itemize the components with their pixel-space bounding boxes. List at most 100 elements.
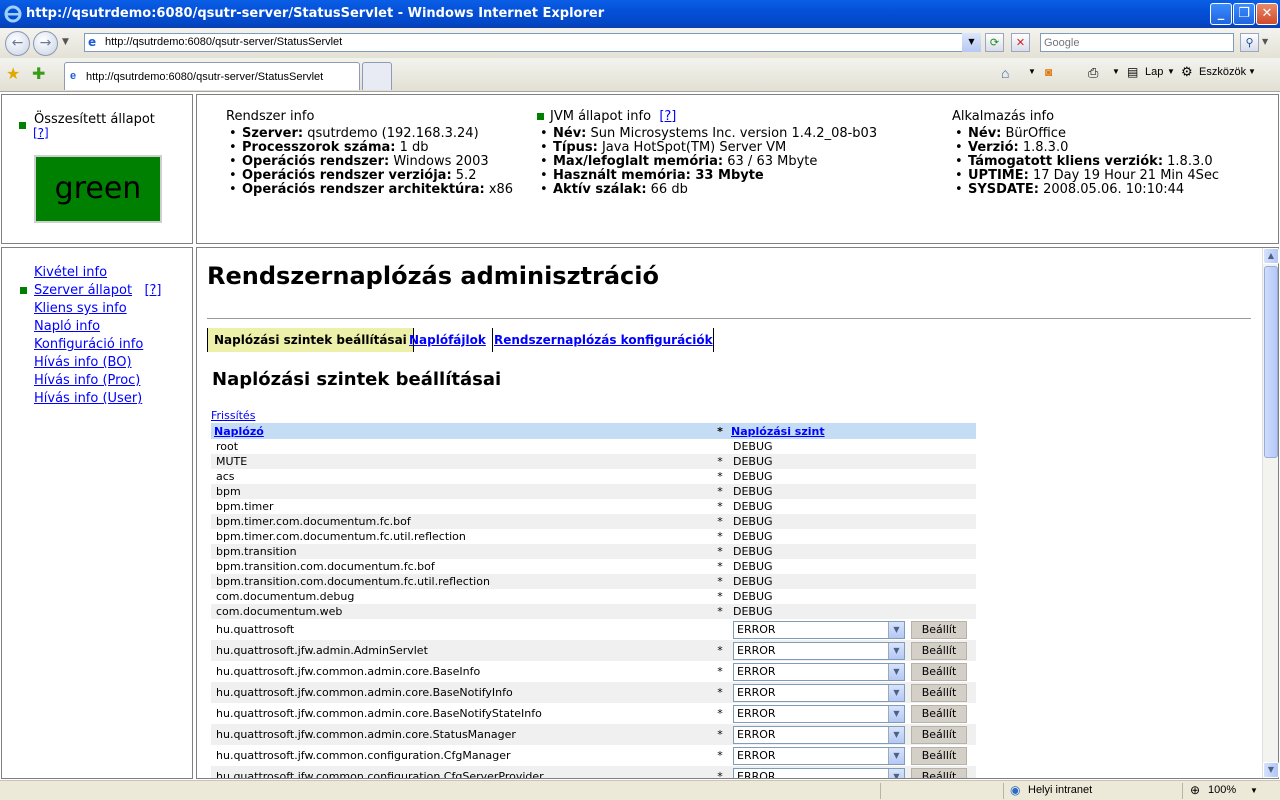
logger-name: root <box>216 440 239 453</box>
log-level-select[interactable]: ERROR ▼ <box>733 767 905 778</box>
log-level-select[interactable]: ERROR ▼ <box>733 683 905 702</box>
set-level-button[interactable]: Beállít <box>911 662 967 681</box>
inherited-marker: * <box>717 560 723 573</box>
inherited-marker: * <box>711 604 729 619</box>
scroll-up-icon[interactable]: ▲ <box>1263 248 1279 264</box>
tab-active[interactable]: e http://qsutrdemo:6080/qsutr-server/Sta… <box>64 62 360 90</box>
set-level-button[interactable]: Beállít <box>911 725 967 744</box>
page-menu[interactable]: Lap <box>1145 66 1163 78</box>
forward-button[interactable]: → <box>33 31 58 56</box>
title-divider <box>207 318 1251 319</box>
set-level-button[interactable]: Beállít <box>911 767 967 778</box>
nav-item-call-info-bo[interactable]: Hívás info (BO) <box>34 354 162 372</box>
back-button[interactable]: ← <box>5 31 30 56</box>
page-menu-dropdown-icon[interactable]: ▼ <box>1167 67 1175 76</box>
scroll-down-icon[interactable]: ▼ <box>1263 762 1279 778</box>
zoom-dropdown-icon[interactable]: ▼ <box>1250 786 1258 795</box>
minimize-button[interactable]: _ <box>1210 3 1232 25</box>
log-level-cell: ERROR ▼ Beállít <box>729 619 976 640</box>
log-level-select[interactable]: ERROR ▼ <box>733 725 905 744</box>
sort-by-level-link[interactable]: Naplózási szint <box>731 425 825 438</box>
dropdown-arrow-icon[interactable]: ▼ <box>888 684 904 701</box>
dropdown-arrow-icon[interactable]: ▼ <box>888 726 904 743</box>
set-level-button[interactable]: Beállít <box>911 620 967 639</box>
history-dropdown-icon[interactable]: ▼ <box>62 37 69 47</box>
refresh-link[interactable]: Frissítés <box>211 409 255 422</box>
dropdown-arrow-icon[interactable]: ▼ <box>888 621 904 638</box>
jvm-info-item: Név: Sun Microsystems Inc. version 1.4.2… <box>540 127 877 142</box>
set-level-button[interactable]: Beállít <box>911 746 967 765</box>
jvm-info: JVM állapot info [?] Név: Sun Microsyste… <box>537 110 877 197</box>
table-row: hu.quattrosoft.jfw.common.admin.core.Bas… <box>211 682 976 703</box>
zoom-level[interactable]: 100% <box>1208 784 1236 796</box>
stop-icon[interactable]: ✕ <box>1011 33 1030 52</box>
favorites-star-icon[interactable]: ★ <box>6 64 20 83</box>
log-level-select[interactable]: ERROR ▼ <box>733 662 905 681</box>
tab-log-levels[interactable]: Naplózási szintek beállításai <box>207 328 414 352</box>
inherited-marker: * <box>711 766 729 778</box>
inherited-marker: * <box>711 640 729 661</box>
server-status-help-link[interactable]: [?] <box>144 283 161 298</box>
logger-name: com.documentum.debug <box>216 590 355 603</box>
scrollbar-thumb[interactable] <box>1264 266 1278 458</box>
tools-menu[interactable]: Eszközök <box>1199 66 1246 78</box>
nav-item-log-info[interactable]: Napló info <box>34 318 162 336</box>
add-favorite-icon[interactable]: ✚ <box>32 64 45 83</box>
tab-log-files[interactable]: Naplófájlok <box>403 328 493 352</box>
address-bar[interactable]: e http://qsutrdemo:6080/qsutr-server/Sta… <box>84 33 981 52</box>
set-level-button[interactable]: Beállít <box>911 704 967 723</box>
print-icon[interactable]: ⎙ <box>1088 65 1098 81</box>
log-level-select[interactable]: ERROR ▼ <box>733 641 905 660</box>
log-level-select[interactable]: ERROR ▼ <box>733 704 905 723</box>
dropdown-arrow-icon[interactable]: ▼ <box>888 768 904 778</box>
log-level-select[interactable]: ERROR ▼ <box>733 620 905 639</box>
nav-item-server-status[interactable]: Szerver állapot [?] <box>20 282 162 300</box>
table-row: hu.quattrosoft.jfw.common.configuration.… <box>211 766 976 778</box>
address-text: http://qsutrdemo:6080/qsutr-server/Statu… <box>105 36 343 48</box>
nav-item-call-info-proc[interactable]: Hívás info (Proc) <box>34 372 162 390</box>
dropdown-arrow-icon[interactable]: ▼ <box>888 747 904 764</box>
dropdown-arrow-icon[interactable]: ▼ <box>888 663 904 680</box>
dropdown-arrow-icon[interactable]: ▼ <box>888 705 904 722</box>
tools-menu-dropdown-icon[interactable]: ▼ <box>1248 67 1256 76</box>
set-level-button[interactable]: Beállít <box>911 683 967 702</box>
home-dropdown-icon[interactable]: ▼ <box>1028 67 1036 76</box>
search-input[interactable] <box>1041 34 1221 51</box>
new-tab-button[interactable] <box>362 62 392 90</box>
search-options-icon[interactable]: ▼ <box>1262 37 1268 46</box>
nav-item-config-info[interactable]: Konfiguráció info <box>34 336 162 354</box>
dropdown-arrow-icon[interactable]: ▼ <box>888 642 904 659</box>
status-divider <box>1003 783 1004 799</box>
nav-item-exception-info[interactable]: Kivétel info <box>34 264 162 282</box>
close-button[interactable]: ✕ <box>1256 3 1278 25</box>
inherited-marker: * <box>717 530 723 543</box>
inherited-marker: * <box>717 707 723 720</box>
table-row: bpm.timer.com.documentum.fc.util.reflect… <box>211 529 976 544</box>
refresh-icon[interactable]: ⟳ <box>985 33 1004 52</box>
app-info-item: UPTIME: 17 Day 19 Hour 21 Min 4Sec <box>955 169 1219 184</box>
logger-name: hu.quattrosoft <box>216 623 295 636</box>
search-box[interactable] <box>1040 33 1234 52</box>
nav-item-client-sys-info[interactable]: Kliens sys info <box>34 300 162 318</box>
vertical-scrollbar[interactable]: ▲ ▼ <box>1262 248 1279 778</box>
print-dropdown-icon[interactable]: ▼ <box>1112 67 1120 76</box>
home-icon[interactable]: ⌂ <box>1001 65 1009 81</box>
search-icon[interactable]: ⚲ <box>1240 33 1259 52</box>
app-info-item: Név: BürOffice <box>955 127 1219 142</box>
sort-by-logger-link[interactable]: Naplózó <box>214 425 264 438</box>
maximize-button[interactable]: ❐ <box>1233 3 1255 25</box>
tab-page-icon: e <box>70 70 77 82</box>
zoom-icon: ⊕ <box>1190 783 1201 797</box>
log-level-cell: DEBUG <box>729 589 976 604</box>
tab-log-configs[interactable]: Rendszernaplózás konfigurációk <box>488 328 714 352</box>
jvm-info-help-link[interactable]: [?] <box>659 109 676 124</box>
set-level-button[interactable]: Beállít <box>911 641 967 660</box>
overall-status-help-link[interactable]: [?] <box>33 126 49 140</box>
log-level-cell: DEBUG <box>729 484 976 499</box>
nav-item-call-info-user[interactable]: Hívás info (User) <box>34 390 162 408</box>
log-level-value: DEBUG <box>733 575 773 588</box>
feeds-icon[interactable]: ◙ <box>1045 65 1052 79</box>
log-level-cell: ERROR ▼ Beállít <box>729 745 976 766</box>
address-dropdown-icon[interactable]: ▼ <box>962 33 981 52</box>
log-level-select[interactable]: ERROR ▼ <box>733 746 905 765</box>
